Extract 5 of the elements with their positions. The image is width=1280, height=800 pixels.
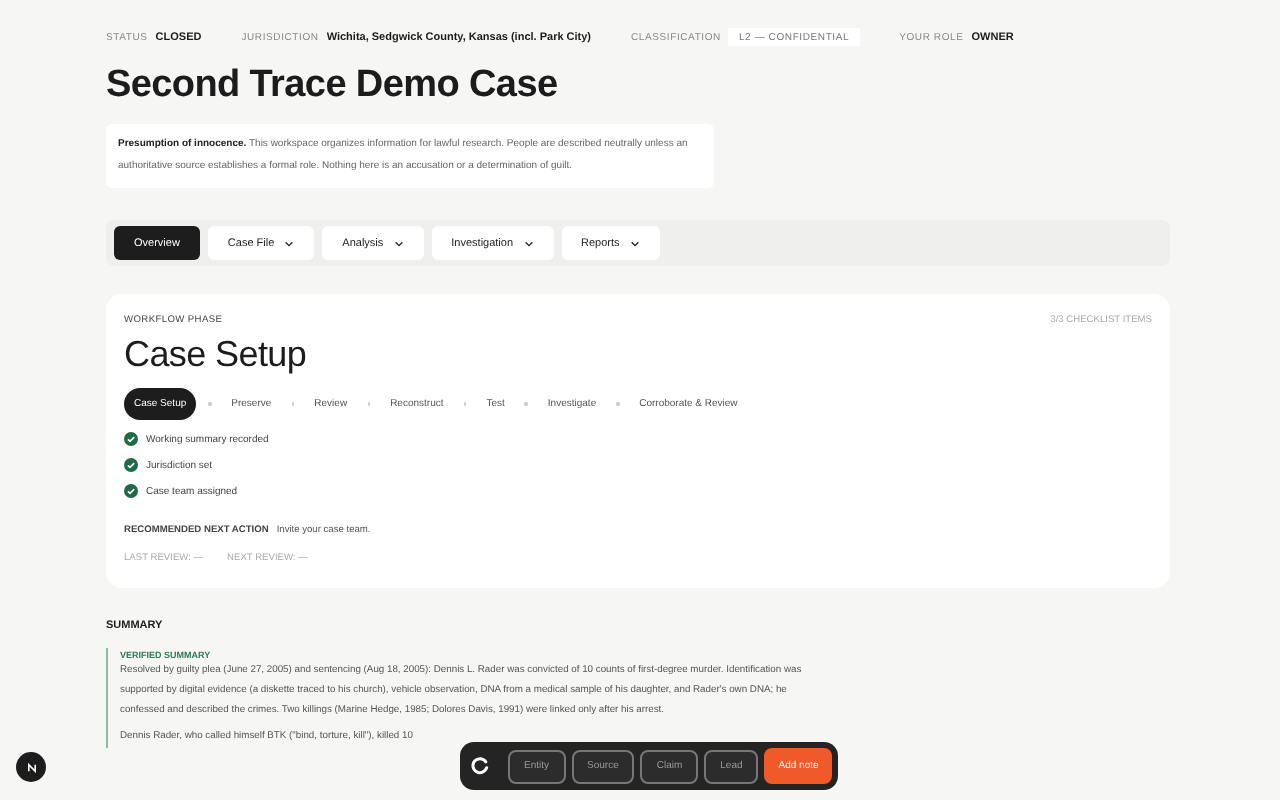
phase-title: Case Setup xyxy=(124,334,309,376)
case-title: Second Trace Demo Case xyxy=(106,64,560,108)
logo-icon xyxy=(23,759,39,775)
spinner-icon xyxy=(470,756,490,776)
logo-button[interactable] xyxy=(16,752,46,782)
